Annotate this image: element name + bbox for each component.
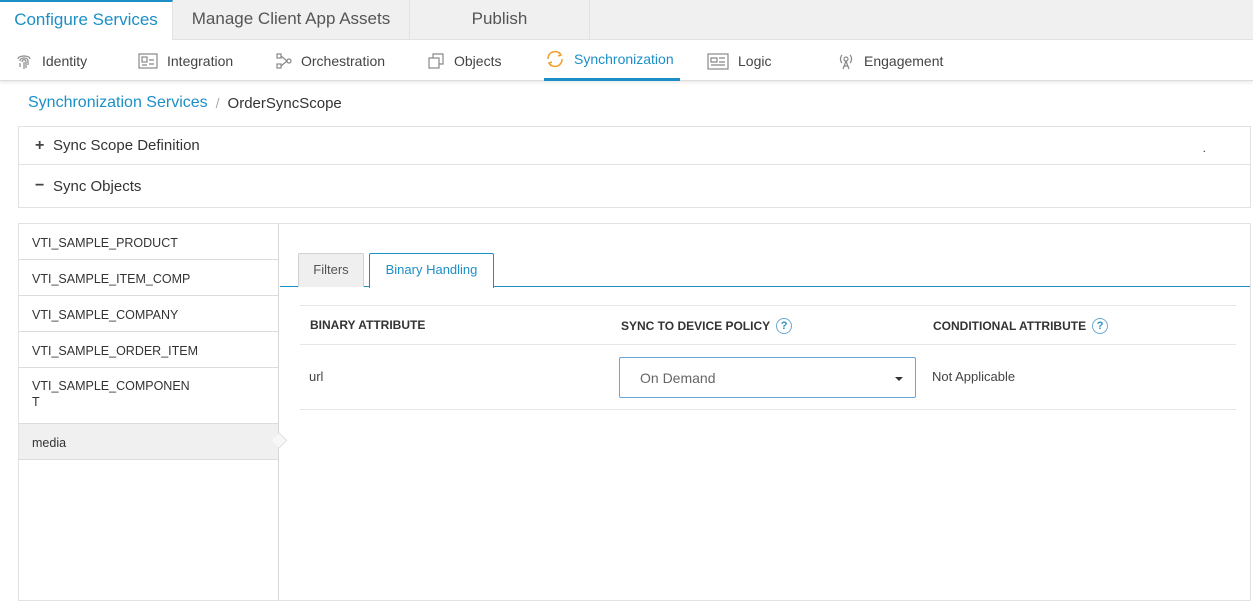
- fingerprint-icon: [17, 54, 31, 69]
- tab-manage-client-app-assets[interactable]: Manage Client App Assets: [173, 0, 410, 40]
- column-label: CONDITIONAL ATTRIBUTE: [933, 319, 1087, 333]
- sync-policy-dropdown[interactable]: On Demand: [619, 357, 916, 398]
- objects-icon: [428, 52, 444, 69]
- breadcrumb: Synchronization Services / OrderSyncScop…: [28, 94, 342, 112]
- breadcrumb-sync-services-link[interactable]: Synchronization Services: [28, 94, 208, 112]
- tab-filters[interactable]: Filters: [298, 253, 364, 287]
- breadcrumb-current: OrderSyncScope: [227, 94, 342, 112]
- nav-logic[interactable]: Logic: [706, 40, 771, 81]
- nav-objects-label: Objects: [454, 52, 502, 69]
- orchestration-icon: [276, 52, 292, 69]
- binary-attributes-table: BINARY ATTRIBUTE SYNC TO DEVICE POLICY ?…: [300, 305, 1236, 410]
- sync-icon: [547, 50, 563, 68]
- nav-engagement[interactable]: Engagement: [836, 40, 943, 81]
- sync-scope-definition-header[interactable]: + Sync Scope Definition: [35, 127, 200, 164]
- column-label: SYNC TO DEVICE POLICY: [621, 319, 771, 333]
- detail-tab-bar: Filters Binary Handling: [280, 253, 1250, 288]
- nav-orchestration-label: Orchestration: [301, 52, 386, 69]
- tab-configure-services[interactable]: Configure Services: [0, 0, 173, 40]
- object-item-label: VTI_SAMPLE_COMPANY: [32, 308, 179, 322]
- nav-integration-label: Integration: [167, 52, 234, 69]
- nav-integration[interactable]: Integration: [137, 40, 233, 81]
- object-item-vti-sample-component[interactable]: VTI_SAMPLE_COMPONEN T: [19, 368, 278, 424]
- object-item-vti-sample-product[interactable]: VTI_SAMPLE_PRODUCT: [19, 224, 278, 260]
- column-conditional-attribute: CONDITIONAL ATTRIBUTE ?: [933, 318, 1109, 334]
- table-header: BINARY ATTRIBUTE SYNC TO DEVICE POLICY ?…: [300, 305, 1236, 345]
- object-item-label: VTI_SAMPLE_PRODUCT: [32, 236, 178, 250]
- nav-orchestration[interactable]: Orchestration: [275, 40, 385, 81]
- section-dot: .: [1202, 141, 1206, 155]
- binary-attribute-cell: url: [309, 369, 324, 384]
- expand-icon: +: [35, 136, 45, 154]
- object-detail: Filters Binary Handling BINARY ATTRIBUTE…: [280, 224, 1250, 600]
- column-label: BINARY ATTRIBUTE: [310, 318, 426, 332]
- sync-objects-label: Sync Objects: [53, 177, 142, 195]
- tab-publish[interactable]: Publish: [410, 0, 590, 40]
- tab-binary-handling[interactable]: Binary Handling: [369, 253, 494, 288]
- sync-objects-panel: VTI_SAMPLE_PRODUCT VTI_SAMPLE_ITEM_COMP …: [18, 223, 1251, 601]
- nav-synchronization[interactable]: Synchronization: [544, 40, 680, 81]
- object-item-vti-sample-company[interactable]: VTI_SAMPLE_COMPANY: [19, 296, 278, 332]
- object-item-vti-sample-order-item[interactable]: VTI_SAMPLE_ORDER_ITEM: [19, 332, 278, 368]
- logic-icon: [707, 52, 729, 70]
- help-icon[interactable]: ?: [1092, 318, 1109, 334]
- sync-objects-section[interactable]: − Sync Objects: [18, 165, 1251, 208]
- help-icon[interactable]: ?: [776, 318, 793, 334]
- object-item-vti-sample-item-comp[interactable]: VTI_SAMPLE_ITEM_COMP: [19, 260, 278, 296]
- sync-objects-header[interactable]: − Sync Objects: [35, 165, 141, 207]
- integration-icon: [138, 52, 158, 69]
- top-tab-bar: Configure Services Manage Client App Ass…: [0, 0, 1253, 40]
- service-nav: Identity Integration Orchestration Objec…: [0, 40, 1253, 81]
- object-item-label: VTI_SAMPLE_ORDER_ITEM: [32, 344, 199, 358]
- table-row: url On Demand Not Applicable: [300, 345, 1236, 410]
- object-item-media[interactable]: media: [19, 424, 278, 460]
- column-sync-to-device-policy: SYNC TO DEVICE POLICY ?: [621, 318, 793, 334]
- nav-objects[interactable]: Objects: [426, 40, 501, 81]
- collapse-icon: −: [35, 177, 45, 194]
- nav-identity-label: Identity: [42, 52, 88, 69]
- engagement-icon: [839, 54, 853, 69]
- object-item-label: VTI_SAMPLE_COMPONEN: [32, 379, 190, 393]
- nav-synchronization-label: Synchronization: [574, 51, 674, 67]
- caret-down-icon: [895, 377, 903, 381]
- column-binary-attribute: BINARY ATTRIBUTE: [310, 318, 425, 332]
- nav-engagement-label: Engagement: [864, 52, 944, 69]
- sync-scope-definition-section[interactable]: + Sync Scope Definition .: [18, 126, 1251, 165]
- object-item-label: VTI_SAMPLE_ITEM_COMP: [32, 272, 191, 286]
- breadcrumb-separator: /: [215, 95, 220, 111]
- object-list: VTI_SAMPLE_PRODUCT VTI_SAMPLE_ITEM_COMP …: [19, 224, 279, 600]
- conditional-attribute-cell: Not Applicable: [932, 369, 1016, 384]
- object-item-label-wrap: T: [32, 395, 40, 409]
- object-item-label: media: [32, 436, 67, 450]
- nav-logic-label: Logic: [738, 52, 772, 69]
- sync-policy-value: On Demand: [640, 370, 716, 386]
- nav-identity[interactable]: Identity: [14, 40, 87, 81]
- sync-scope-definition-label: Sync Scope Definition: [53, 137, 200, 154]
